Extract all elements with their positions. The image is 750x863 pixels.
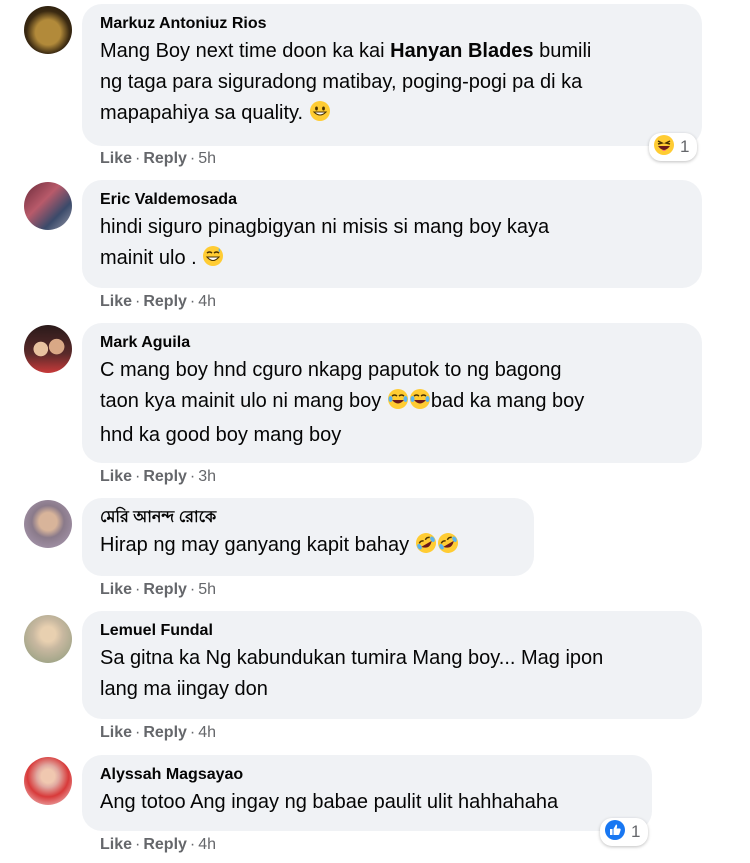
comment-bubble: Alyssah Magsayao Ang totoo Ang ingay ng … [82,755,652,831]
comment-bubble: Lemuel Fundal Sa gitna ka Ng kabundukan … [82,611,702,719]
laughing-reaction-icon [653,134,675,161]
comment-author[interactable]: Alyssah Magsayao [100,765,634,785]
reply-button[interactable]: Reply [143,581,187,598]
rolling-laughing-emoji-icon [437,532,459,564]
comment-timestamp[interactable]: 4h [198,724,216,741]
comment-author[interactable]: Eric Valdemosada [100,190,684,210]
avatar[interactable] [24,6,72,54]
reaction-count[interactable]: 1 [600,818,649,846]
comment-actions: Like · Reply · 4h [100,293,217,310]
like-button[interactable]: Like [100,581,132,598]
like-button[interactable]: Like [100,468,132,485]
reply-button[interactable]: Reply [143,468,187,485]
reaction-count[interactable]: 1 [649,133,698,161]
comment-timestamp[interactable]: 4h [198,836,216,853]
tears-of-joy-emoji-icon [387,388,409,420]
comment-text: Hirap ng may ganyang kapit bahay [100,530,516,564]
like-button[interactable]: Like [100,724,132,741]
comment-actions: Like · Reply · 5h [100,581,217,598]
comment-timestamp[interactable]: 4h [198,293,216,310]
grinning-sweat-emoji-icon [202,245,224,277]
comment-text: hindi siguro pinagbigyan ni misis si man… [100,212,684,277]
comment-timestamp[interactable]: 5h [198,581,216,598]
comment-text: Ang totoo Ang ingay ng babae paulit ulit… [100,791,559,813]
comment-actions: Like · Reply · 5h [100,150,217,167]
avatar[interactable] [24,757,72,805]
comment-bubble: Markuz Antoniuz Rios Mang Boy next time … [82,4,702,146]
comment-text: Sa gitna ka Ng kabundukan tumira Mang bo… [100,647,604,700]
like-button[interactable]: Like [100,836,132,853]
comment-timestamp[interactable]: 5h [198,150,216,167]
like-button[interactable]: Like [100,150,132,167]
reply-button[interactable]: Reply [143,150,187,167]
comment-actions: Like · Reply · 4h [100,724,217,741]
avatar[interactable] [24,500,72,548]
comment-author[interactable]: Mark Aguila [100,333,684,353]
comment-text: Mang Boy next time doon ka kai Hanyan Bl… [100,36,684,132]
mentioned-page[interactable]: Hanyan Blades [390,40,533,62]
comment-bubble: Mark Aguila C mang boy hnd cguro nkapg p… [82,323,702,463]
comment-text: C mang boy hnd cguro nkapg paputok to ng… [100,359,585,446]
reply-button[interactable]: Reply [143,724,187,741]
comment-bubble: মেরি আনন্দ রোকে Hirap ng may ganyang kap… [82,498,534,576]
avatar[interactable] [24,325,72,373]
reply-button[interactable]: Reply [143,836,187,853]
tears-of-joy-emoji-icon [409,388,431,420]
reply-button[interactable]: Reply [143,293,187,310]
comment-timestamp[interactable]: 3h [198,468,216,485]
comment-actions: Like · Reply · 4h [100,836,217,853]
avatar[interactable] [24,182,72,230]
comment-author[interactable]: মেরি আনন্দ রোকে [100,508,516,528]
like-button[interactable]: Like [100,293,132,310]
avatar[interactable] [24,615,72,663]
comment-actions: Like · Reply · 3h [100,468,217,485]
comment-author[interactable]: Lemuel Fundal [100,621,684,641]
rolling-laughing-emoji-icon [415,532,437,564]
comment-bubble: Eric Valdemosada hindi siguro pinagbigya… [82,180,702,288]
like-reaction-icon [604,819,626,846]
grinning-emoji-icon [309,100,331,132]
comment-author[interactable]: Markuz Antoniuz Rios [100,14,684,34]
